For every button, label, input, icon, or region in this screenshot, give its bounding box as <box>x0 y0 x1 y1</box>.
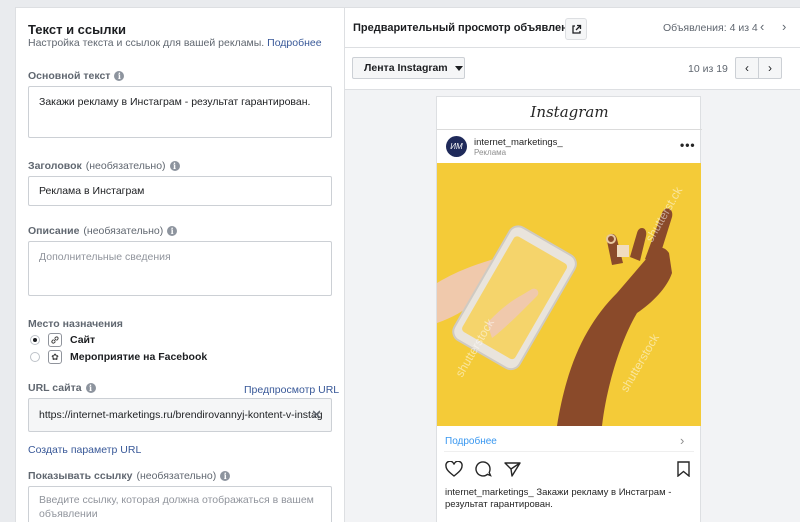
learn-more-cta[interactable]: Подробнее <box>445 436 497 447</box>
preview-title: Предварительный просмотр объявлений <box>353 22 582 34</box>
website-url-value: https://internet-marketings.ru/brendirov… <box>39 409 323 421</box>
radio-unchecked[interactable] <box>30 352 40 362</box>
display-link-field[interactable]: Введите ссылку, которая должна отображат… <box>28 486 332 522</box>
info-icon[interactable]: i <box>220 471 231 481</box>
divider <box>437 129 702 130</box>
external-link-icon <box>571 24 581 34</box>
placement-dropdown[interactable]: Лента Instagram <box>352 57 465 79</box>
link-icon <box>48 333 62 347</box>
destination-option-website[interactable]: Сайт <box>30 333 95 347</box>
optional-tag: (необязательно) <box>83 225 164 237</box>
chevron-right-icon: › <box>768 61 772 75</box>
chevron-left-icon: ‹ <box>745 61 749 75</box>
prev-ad-icon[interactable]: ‹ <box>760 19 764 34</box>
clear-icon[interactable]: ✕ <box>311 399 322 431</box>
description-label: Описание (необязательно) i <box>28 225 178 237</box>
more-options-icon[interactable]: ••• <box>680 138 696 152</box>
divider <box>444 451 694 452</box>
text-and-links-panel: Текст и ссылки Настройка текста и ссылок… <box>15 7 345 522</box>
info-icon[interactable]: i <box>85 383 96 393</box>
optional-tag: (необязательно) <box>85 160 166 172</box>
info-icon[interactable]: i <box>169 161 180 171</box>
primary-text-field[interactable]: Закажи рекламу в Инстаграм - результат г… <box>28 86 332 138</box>
radio-checked[interactable] <box>30 335 40 345</box>
website-url-label: URL сайта i <box>28 382 96 394</box>
page-indicator: 10 из 19 <box>688 63 728 75</box>
divider <box>345 47 800 48</box>
ad-preview-panel: Предварительный просмотр объявлений Объя… <box>345 7 800 522</box>
account-name: internet_marketings_ <box>474 137 563 148</box>
next-ad-icon[interactable]: › <box>782 19 786 34</box>
primary-text-label: Основной текст i <box>28 70 125 82</box>
placement-dropdown-label: Лента Instagram <box>364 62 448 74</box>
next-page-button[interactable]: › <box>758 57 782 79</box>
ad-image: shutterstock shutterstock shutterst.ck <box>437 163 701 426</box>
display-link-label: Показывать ссылку (необязательно) i <box>28 470 231 482</box>
website-url-field[interactable]: https://internet-marketings.ru/brendirov… <box>28 398 332 432</box>
open-external-button[interactable] <box>565 18 587 40</box>
website-url-label-text: URL сайта <box>28 382 82 394</box>
info-icon[interactable]: i <box>167 226 178 236</box>
preview-url-link[interactable]: Предпросмотр URL <box>244 384 339 396</box>
description-field[interactable]: Дополнительные сведения <box>28 241 332 296</box>
instagram-ad-preview: Instagram ИМ internet_marketings_ Реклам… <box>436 96 702 522</box>
avatar: ИМ <box>446 136 467 157</box>
event-icon: ✿ <box>48 350 62 364</box>
instagram-logo: Instagram <box>530 103 609 121</box>
preview-area: Instagram ИМ internet_marketings_ Реклам… <box>345 90 800 522</box>
bookmark-icon[interactable] <box>677 461 690 477</box>
create-url-param-link[interactable]: Создать параметр URL <box>28 444 141 456</box>
ads-count: Объявления: 4 из 4 <box>663 22 758 34</box>
subtitle-text: Настройка текста и ссылок для вашей рекл… <box>28 37 265 49</box>
section-title: Текст и ссылки <box>28 22 126 37</box>
option-label: Сайт <box>70 334 96 346</box>
headline-label: Заголовок (необязательно) i <box>28 160 180 172</box>
caret-down-icon <box>454 65 463 71</box>
info-icon[interactable]: i <box>114 71 125 81</box>
headline-label-text: Заголовок <box>28 160 82 172</box>
sponsored-label: Реклама <box>474 148 507 157</box>
prev-page-button[interactable]: ‹ <box>735 57 759 79</box>
description-label-text: Описание <box>28 225 80 237</box>
chevron-right-icon[interactable]: › <box>680 433 684 448</box>
destination-option-facebook-event[interactable]: ✿ Мероприятие на Facebook <box>30 350 207 364</box>
comment-icon[interactable] <box>475 461 492 477</box>
primary-text-label-text: Основной текст <box>28 70 111 82</box>
heart-icon[interactable] <box>445 461 463 477</box>
optional-tag: (необязательно) <box>136 470 217 482</box>
section-subtitle: Настройка текста и ссылок для вашей рекл… <box>28 37 322 49</box>
post-caption: internet_marketings_ Закажи рекламу в Ин… <box>445 487 672 510</box>
share-icon[interactable] <box>504 461 521 477</box>
destination-label: Место назначения <box>28 318 123 330</box>
option-label: Мероприятие на Facebook <box>70 351 208 363</box>
learn-more-link[interactable]: Подробнее <box>267 37 321 49</box>
headline-field[interactable]: Реклама в Инстаграм <box>28 176 332 206</box>
display-link-label-text: Показывать ссылку <box>28 470 133 482</box>
post-actions <box>445 461 521 477</box>
